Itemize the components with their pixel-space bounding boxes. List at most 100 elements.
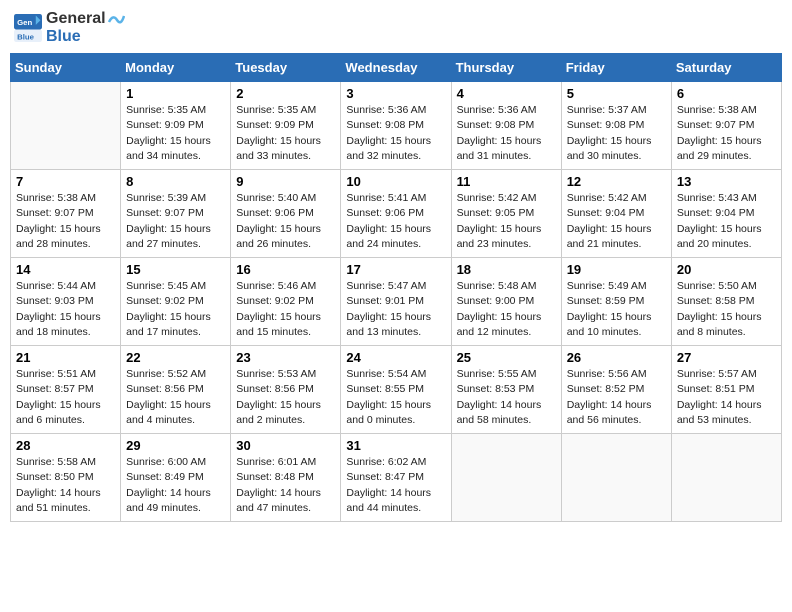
day-info: Sunrise: 5:42 AM Sunset: 9:05 PM Dayligh…	[457, 191, 556, 252]
day-number: 20	[677, 262, 776, 277]
calendar-week-3: 14 Sunrise: 5:44 AM Sunset: 9:03 PM Dayli…	[11, 258, 782, 346]
calendar-cell: 13 Sunrise: 5:43 AM Sunset: 9:04 PM Dayli…	[671, 170, 781, 258]
day-info: Sunrise: 6:01 AM Sunset: 8:48 PM Dayligh…	[236, 455, 335, 516]
day-info: Sunrise: 5:37 AM Sunset: 9:08 PM Dayligh…	[567, 103, 666, 164]
day-info: Sunrise: 5:47 AM Sunset: 9:01 PM Dayligh…	[346, 279, 445, 340]
calendar-week-1: 1 Sunrise: 5:35 AM Sunset: 9:09 PM Daylig…	[11, 82, 782, 170]
logo-wave-icon	[107, 12, 125, 26]
day-info: Sunrise: 5:54 AM Sunset: 8:55 PM Dayligh…	[346, 367, 445, 428]
calendar-cell: 10 Sunrise: 5:41 AM Sunset: 9:06 PM Dayli…	[341, 170, 451, 258]
day-info: Sunrise: 6:02 AM Sunset: 8:47 PM Dayligh…	[346, 455, 445, 516]
calendar-cell	[671, 434, 781, 522]
day-info: Sunrise: 5:45 AM Sunset: 9:02 PM Dayligh…	[126, 279, 225, 340]
calendar-cell: 12 Sunrise: 5:42 AM Sunset: 9:04 PM Dayli…	[561, 170, 671, 258]
day-number: 10	[346, 174, 445, 189]
day-number: 25	[457, 350, 556, 365]
calendar-cell: 8 Sunrise: 5:39 AM Sunset: 9:07 PM Daylig…	[121, 170, 231, 258]
col-header-monday: Monday	[121, 54, 231, 82]
calendar-cell: 31 Sunrise: 6:02 AM Sunset: 8:47 PM Dayli…	[341, 434, 451, 522]
calendar-cell: 14 Sunrise: 5:44 AM Sunset: 9:03 PM Dayli…	[11, 258, 121, 346]
day-number: 24	[346, 350, 445, 365]
day-number: 13	[677, 174, 776, 189]
day-number: 17	[346, 262, 445, 277]
day-number: 22	[126, 350, 225, 365]
calendar-cell	[451, 434, 561, 522]
day-number: 12	[567, 174, 666, 189]
day-info: Sunrise: 5:57 AM Sunset: 8:51 PM Dayligh…	[677, 367, 776, 428]
calendar-cell: 21 Sunrise: 5:51 AM Sunset: 8:57 PM Dayli…	[11, 346, 121, 434]
day-info: Sunrise: 5:49 AM Sunset: 8:59 PM Dayligh…	[567, 279, 666, 340]
day-info: Sunrise: 5:35 AM Sunset: 9:09 PM Dayligh…	[126, 103, 225, 164]
logo-icon: Gen Blue	[14, 14, 42, 42]
calendar-header-row: SundayMondayTuesdayWednesdayThursdayFrid…	[11, 54, 782, 82]
col-header-wednesday: Wednesday	[341, 54, 451, 82]
col-header-sunday: Sunday	[11, 54, 121, 82]
day-number: 27	[677, 350, 776, 365]
day-info: Sunrise: 5:50 AM Sunset: 8:58 PM Dayligh…	[677, 279, 776, 340]
day-number: 3	[346, 86, 445, 101]
day-number: 19	[567, 262, 666, 277]
calendar-cell: 3 Sunrise: 5:36 AM Sunset: 9:08 PM Daylig…	[341, 82, 451, 170]
day-number: 9	[236, 174, 335, 189]
calendar-week-2: 7 Sunrise: 5:38 AM Sunset: 9:07 PM Daylig…	[11, 170, 782, 258]
col-header-saturday: Saturday	[671, 54, 781, 82]
day-info: Sunrise: 5:44 AM Sunset: 9:03 PM Dayligh…	[16, 279, 115, 340]
calendar-cell: 25Sunrise: 5:55 AM Sunset: 8:53 PM Dayli…	[451, 346, 561, 434]
calendar-cell	[561, 434, 671, 522]
day-info: Sunrise: 5:46 AM Sunset: 9:02 PM Dayligh…	[236, 279, 335, 340]
calendar-week-4: 21 Sunrise: 5:51 AM Sunset: 8:57 PM Dayli…	[11, 346, 782, 434]
calendar-cell: 22Sunrise: 5:52 AM Sunset: 8:56 PM Dayli…	[121, 346, 231, 434]
calendar-cell: 1 Sunrise: 5:35 AM Sunset: 9:09 PM Daylig…	[121, 82, 231, 170]
day-number: 4	[457, 86, 556, 101]
calendar-cell: 17 Sunrise: 5:47 AM Sunset: 9:01 PM Dayli…	[341, 258, 451, 346]
day-info: Sunrise: 5:42 AM Sunset: 9:04 PM Dayligh…	[567, 191, 666, 252]
day-number: 29	[126, 438, 225, 453]
day-number: 28	[16, 438, 115, 453]
calendar-week-5: 28Sunrise: 5:58 AM Sunset: 8:50 PM Dayli…	[11, 434, 782, 522]
day-number: 5	[567, 86, 666, 101]
logo-blue: Blue	[46, 28, 125, 46]
day-number: 23	[236, 350, 335, 365]
svg-text:Blue: Blue	[17, 32, 35, 41]
day-number: 7	[16, 174, 115, 189]
calendar-cell: 2 Sunrise: 5:35 AM Sunset: 9:09 PM Daylig…	[231, 82, 341, 170]
day-number: 21	[16, 350, 115, 365]
calendar-cell: 11 Sunrise: 5:42 AM Sunset: 9:05 PM Dayli…	[451, 170, 561, 258]
day-number: 31	[346, 438, 445, 453]
calendar-cell: 24 Sunrise: 5:54 AM Sunset: 8:55 PM Dayli…	[341, 346, 451, 434]
day-number: 15	[126, 262, 225, 277]
logo-text: General Blue	[46, 10, 125, 45]
day-info: Sunrise: 5:36 AM Sunset: 9:08 PM Dayligh…	[346, 103, 445, 164]
calendar-cell: 18Sunrise: 5:48 AM Sunset: 9:00 PM Dayli…	[451, 258, 561, 346]
day-info: Sunrise: 5:39 AM Sunset: 9:07 PM Dayligh…	[126, 191, 225, 252]
day-info: Sunrise: 5:53 AM Sunset: 8:56 PM Dayligh…	[236, 367, 335, 428]
calendar-cell: 7 Sunrise: 5:38 AM Sunset: 9:07 PM Daylig…	[11, 170, 121, 258]
calendar-cell: 26Sunrise: 5:56 AM Sunset: 8:52 PM Dayli…	[561, 346, 671, 434]
calendar-cell: 23 Sunrise: 5:53 AM Sunset: 8:56 PM Dayli…	[231, 346, 341, 434]
day-number: 1	[126, 86, 225, 101]
calendar-cell: 6 Sunrise: 5:38 AM Sunset: 9:07 PM Daylig…	[671, 82, 781, 170]
day-number: 6	[677, 86, 776, 101]
calendar-cell: 29Sunrise: 6:00 AM Sunset: 8:49 PM Dayli…	[121, 434, 231, 522]
calendar-cell	[11, 82, 121, 170]
day-info: Sunrise: 5:41 AM Sunset: 9:06 PM Dayligh…	[346, 191, 445, 252]
calendar-cell: 15 Sunrise: 5:45 AM Sunset: 9:02 PM Dayli…	[121, 258, 231, 346]
day-number: 2	[236, 86, 335, 101]
col-header-thursday: Thursday	[451, 54, 561, 82]
col-header-friday: Friday	[561, 54, 671, 82]
day-info: Sunrise: 5:36 AM Sunset: 9:08 PM Dayligh…	[457, 103, 556, 164]
day-info: Sunrise: 5:48 AM Sunset: 9:00 PM Dayligh…	[457, 279, 556, 340]
calendar-table: SundayMondayTuesdayWednesdayThursdayFrid…	[10, 53, 782, 522]
day-info: Sunrise: 5:43 AM Sunset: 9:04 PM Dayligh…	[677, 191, 776, 252]
day-info: Sunrise: 5:38 AM Sunset: 9:07 PM Dayligh…	[16, 191, 115, 252]
day-info: Sunrise: 5:38 AM Sunset: 9:07 PM Dayligh…	[677, 103, 776, 164]
day-number: 14	[16, 262, 115, 277]
day-info: Sunrise: 5:51 AM Sunset: 8:57 PM Dayligh…	[16, 367, 115, 428]
calendar-body: 1 Sunrise: 5:35 AM Sunset: 9:09 PM Daylig…	[11, 82, 782, 522]
day-number: 16	[236, 262, 335, 277]
day-number: 11	[457, 174, 556, 189]
col-header-tuesday: Tuesday	[231, 54, 341, 82]
day-number: 8	[126, 174, 225, 189]
page-header: Gen Blue General Blue	[10, 10, 782, 45]
day-info: Sunrise: 5:35 AM Sunset: 9:09 PM Dayligh…	[236, 103, 335, 164]
